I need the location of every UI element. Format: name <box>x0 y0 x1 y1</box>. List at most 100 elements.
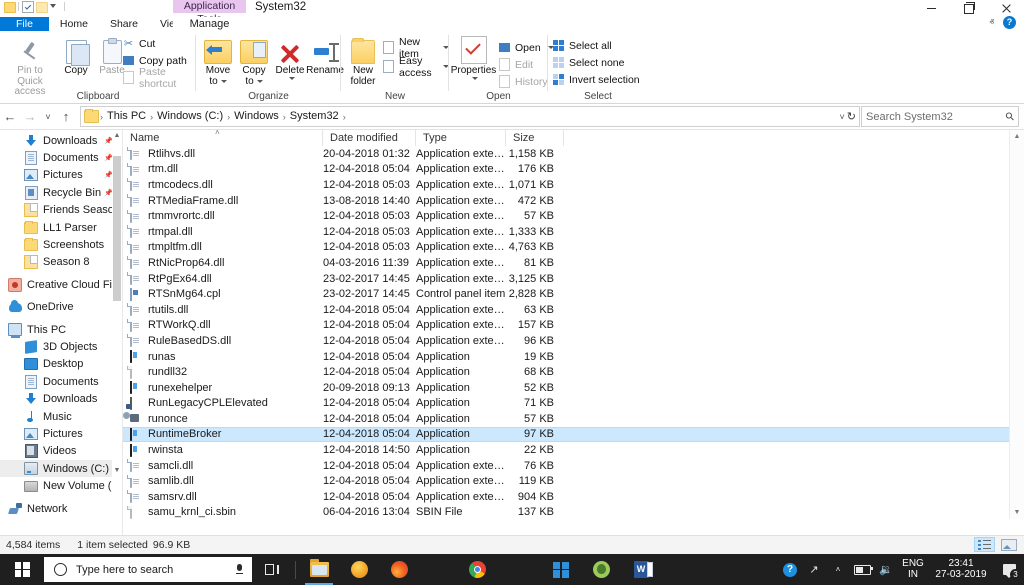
table-row[interactable]: samsrv.dll 12-04-2018 05:04 Application ex… <box>123 489 1024 505</box>
collapse-ribbon-icon[interactable]: ⱏ <box>990 17 994 28</box>
open-button[interactable]: Open <box>498 40 554 55</box>
column-header-size[interactable]: Size <box>506 130 564 146</box>
sidebar-item-new-volume-e[interactable]: New Volume (E:) <box>0 477 122 494</box>
tab-file[interactable]: File <box>0 17 49 31</box>
table-row[interactable]: RtPgEx64.dll 23-02-2017 14:45 Application … <box>123 271 1024 287</box>
table-row[interactable]: RtNicProp64.dll 04-03-2016 11:39 Applicati… <box>123 255 1024 271</box>
tray-show-hidden-button[interactable]: ˄ <box>826 554 850 585</box>
nav-scroll-up-icon[interactable]: ▲ <box>112 130 122 142</box>
sidebar-item-desktop[interactable]: Desktop <box>0 356 122 373</box>
tray-language-button[interactable]: ENG IN <box>898 554 928 585</box>
rename-button[interactable]: Rename <box>305 34 345 77</box>
sidebar-item-season-8[interactable]: Season 8 <box>0 254 122 271</box>
minimize-button[interactable] <box>913 0 950 17</box>
move-to-button[interactable]: Move to <box>200 34 236 87</box>
up-button[interactable]: ↑ <box>56 104 76 129</box>
properties-button[interactable]: Properties <box>450 34 497 80</box>
table-row[interactable]: runexehelper 20-09-2018 09:13 Application 5… <box>123 380 1024 396</box>
qat-new-folder-icon[interactable] <box>36 1 48 13</box>
taskbar-app-store[interactable] <box>541 554 581 585</box>
sidebar-item-downloads[interactable]: Downloads <box>0 390 122 407</box>
select-none-button[interactable]: Select none <box>552 55 624 70</box>
table-row[interactable]: RTWorkQ.dll 12-04-2018 05:04 Application e… <box>123 318 1024 334</box>
table-row[interactable]: RuntimeBroker 12-04-2018 05:04 Application… <box>123 426 1024 443</box>
sidebar-item-pictures[interactable]: Pictures 📌 <box>0 167 122 184</box>
sidebar-item-3d-objects[interactable]: 3D Objects <box>0 338 122 355</box>
tray-battery-button[interactable] <box>850 554 874 585</box>
help-icon[interactable]: ? <box>1003 16 1016 29</box>
breadcrumb-this-pc[interactable]: This PC <box>103 108 150 125</box>
navigation-scrollbar[interactable]: ▲ ▼ <box>112 130 122 535</box>
edit-button[interactable]: Edit <box>498 57 533 72</box>
sidebar-item-this-pc[interactable]: This PC <box>0 321 122 339</box>
tray-clock[interactable]: 23:41 27-03-2019 <box>928 554 994 585</box>
sidebar-item-documents[interactable]: Documents 📌 <box>0 149 122 166</box>
table-row[interactable]: RuleBasedDS.dll 12-04-2018 05:04 Applicati… <box>123 333 1024 349</box>
table-row[interactable]: rtutils.dll 12-04-2018 05:04 Application e… <box>123 302 1024 318</box>
breadcrumb-system32[interactable]: System32 <box>286 108 343 125</box>
pin-to-quick-access-button[interactable]: Pin to Quick access <box>4 34 56 98</box>
copy-to-button[interactable]: Copy to <box>236 34 272 87</box>
table-row[interactable]: RTMediaFrame.dll 13-08-2018 14:40 Applicat… <box>123 193 1024 209</box>
microphone-icon[interactable] <box>236 564 243 575</box>
select-all-button[interactable]: Select all <box>552 38 612 53</box>
table-row[interactable]: rundll32 12-04-2018 05:04 Application 68 KB <box>123 364 1024 380</box>
tab-manage[interactable]: Manage <box>173 17 246 31</box>
tray-action-center-button[interactable]: 3 <box>994 554 1024 585</box>
column-header-name[interactable]: Name <box>123 130 323 146</box>
table-row[interactable]: rwinsta 12-04-2018 14:50 Application 22 KB <box>123 442 1024 458</box>
tray-volume-button[interactable]: 🔉 <box>874 554 898 585</box>
nav-scroll-thumb[interactable] <box>113 156 121 301</box>
file-list-scrollbar[interactable]: ▲ ▼ <box>1009 130 1024 519</box>
sidebar-item-windows-c[interactable]: Windows (C:) <box>0 460 122 478</box>
tab-home[interactable]: Home <box>48 17 99 31</box>
table-row[interactable]: runonce 12-04-2018 05:04 Application 57 KB <box>123 411 1024 427</box>
new-item-button[interactable]: New item <box>382 36 449 60</box>
invert-selection-button[interactable]: Invert selection <box>552 72 640 87</box>
table-row[interactable]: rtmpal.dll 12-04-2018 05:03 Application ex… <box>123 224 1024 240</box>
file-scroll-down-icon[interactable]: ▼ <box>1010 506 1024 519</box>
taskbar-app-file-explorer[interactable] <box>299 554 339 585</box>
qat-customize-chevron-icon[interactable] <box>50 1 61 12</box>
table-row[interactable]: samcli.dll 12-04-2018 05:04 Application ex… <box>123 458 1024 474</box>
table-row[interactable]: RTSnMg64.cpl 23-02-2017 14:45 Control pane… <box>123 286 1024 302</box>
taskbar-app-word[interactable]: W <box>621 554 661 585</box>
forward-button[interactable]: → <box>20 104 40 129</box>
sidebar-item-screenshots[interactable]: Screenshots <box>0 236 122 253</box>
taskbar-app-firefox[interactable] <box>379 554 419 585</box>
breadcrumb[interactable]: › This PC › Windows (C:) › Windows › Sys… <box>80 106 860 127</box>
back-button[interactable]: ← <box>0 104 20 129</box>
copy-button[interactable]: Copy <box>57 34 95 77</box>
table-row[interactable]: samlib.dll 12-04-2018 05:04 Application ex… <box>123 473 1024 489</box>
start-button[interactable] <box>0 554 44 585</box>
nav-scroll-down-icon[interactable]: ▼ <box>112 465 122 477</box>
sidebar-item-onedrive[interactable]: OneDrive <box>0 299 122 316</box>
details-view-button[interactable] <box>974 537 995 552</box>
sidebar-item-music[interactable]: Music <box>0 408 122 425</box>
easy-access-button[interactable]: Easy access <box>382 55 449 79</box>
delete-button[interactable]: Delete <box>272 34 308 80</box>
breadcrumb-separator-4[interactable]: › <box>343 112 346 122</box>
qat-folder-icon[interactable] <box>4 1 16 13</box>
qat-properties-icon[interactable] <box>22 1 34 13</box>
sidebar-item-videos[interactable]: Videos <box>0 443 122 460</box>
new-folder-button[interactable]: New folder <box>344 34 382 87</box>
taskbar-app-chrome[interactable] <box>457 554 497 585</box>
table-row[interactable]: samu_krnl_ci.sbin 06-04-2016 13:04 SBIN Fi… <box>123 505 1024 521</box>
table-row[interactable]: rtmmvrortc.dll 12-04-2018 05:03 Applicatio… <box>123 208 1024 224</box>
sidebar-item-friends-season-2[interactable]: Friends Season 2 <box>0 202 122 219</box>
address-dropdown-icon[interactable]: ˅ <box>840 112 845 122</box>
taskbar-app-android-studio[interactable] <box>581 554 621 585</box>
search-input[interactable]: Search System32 ⚲ <box>861 106 1019 127</box>
task-view-button[interactable] <box>252 554 292 585</box>
file-scroll-up-icon[interactable]: ▲ <box>1010 130 1024 143</box>
column-header-type[interactable]: Type <box>416 130 506 146</box>
sidebar-item-ll1-parser[interactable]: LL1 Parser <box>0 219 122 236</box>
table-row[interactable]: rtm.dll 12-04-2018 05:04 Application exten… <box>123 162 1024 178</box>
taskbar-search-input[interactable]: Type here to search <box>44 557 252 582</box>
column-header-date[interactable]: Date modified <box>323 130 416 146</box>
table-row[interactable]: RunLegacyCPLElevated 12-04-2018 05:04 Appl… <box>123 396 1024 412</box>
taskbar-app-chrome-canary[interactable] <box>339 554 379 585</box>
sidebar-item-network[interactable]: Network <box>0 500 122 517</box>
recent-locations-button[interactable]: ˅ <box>40 104 56 129</box>
